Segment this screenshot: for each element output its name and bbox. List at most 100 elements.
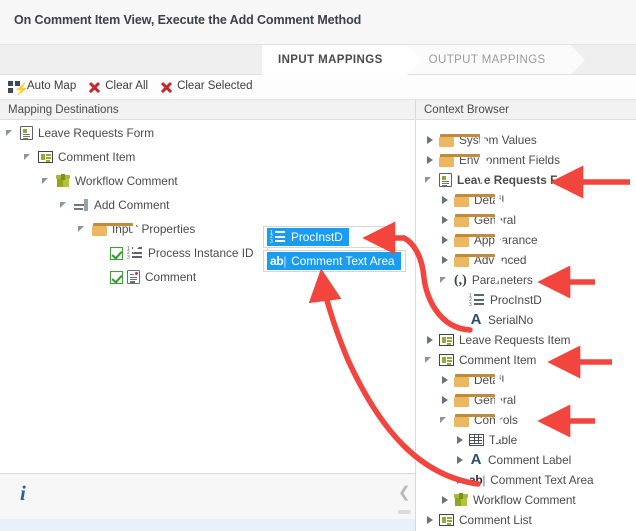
context-tree-row-label: Comment List [459,513,532,527]
folder-icon [454,373,510,404]
chevron-right-icon[interactable] [440,375,451,386]
text-a-icon: A [470,311,482,328]
context-tree-row[interactable]: A SerialNo [455,309,534,331]
mapping-value-chip[interactable]: 1 2 3 ProcInstD [267,228,349,246]
mapping-destinations-label: Mapping Destinations [8,103,119,116]
chevron-left-icon[interactable]: ❮ [398,483,411,501]
context-browser-panel[interactable]: System Values Environment Fields Leave Req… [415,120,636,531]
parameters-icon: (,) [454,272,467,288]
auto-map-button[interactable]: ⚡ Auto Map [6,75,85,100]
mapping-enabled-checkbox[interactable] [110,270,123,284]
context-tree-row[interactable]: Comment List [425,509,532,531]
context-tree-row[interactable]: A Comment Label [455,449,571,471]
mapping-destinations-panel[interactable]: Leave Requests Form Comment Item Workflow … [0,120,415,473]
mapping-value-label: Comment Text Area [291,254,395,268]
mapping-toolbar: ⚡ Auto Map Clear All Clear Selected [0,75,636,100]
mapping-value-box[interactable]: 1 2 3 ProcInstD [263,226,387,248]
context-tree-row-label: Workflow Comment [473,493,576,507]
auto-map-label: Auto Map [27,80,77,93]
context-tree-row[interactable]: Advanced [440,249,526,284]
context-tree-row-label: Leave Requests Form [457,173,580,187]
context-tree-row[interactable]: Appearance [440,229,538,264]
mapping-tree-row[interactable]: Comment Item [24,146,135,168]
form-icon [439,173,452,187]
folder-icon [439,153,495,184]
view-icon [439,514,454,526]
mapping-enabled-checkbox[interactable] [110,246,123,260]
workflow-box-icon [56,174,70,188]
tab-output-mappings[interactable]: OUTPUT MAPPINGS [406,45,585,75]
context-tree-row[interactable]: Detail [440,369,510,404]
view-icon [439,354,454,366]
chevron-down-icon[interactable] [440,415,451,426]
workflow-box-icon [454,493,468,507]
mapping-tree-row[interactable]: Leave Requests Form [6,122,154,144]
context-tree-row[interactable]: 1 2 3 ProcInstD [455,289,542,311]
chevron-down-icon[interactable] [440,275,451,286]
chevron-right-icon[interactable] [455,435,466,446]
context-browser-header: Context Browser [415,100,636,120]
mapping-tree-row[interactable]: Comment [96,266,196,288]
chevron-right-icon[interactable] [425,155,436,166]
mapping-tree-row[interactable]: Input Properties [78,218,195,253]
context-tree-row[interactable]: Workflow Comment [440,489,576,511]
mapping-tree-row[interactable]: Add Comment [60,194,169,216]
context-browser-label: Context Browser [424,103,510,116]
chevron-right-icon[interactable] [425,335,436,346]
clear-all-button[interactable]: Clear All [85,75,157,100]
chevron-right-icon[interactable] [455,475,466,486]
chevron-down-icon[interactable] [60,200,71,211]
comment-doc-icon [127,270,140,284]
context-tree-row[interactable]: Detail [440,189,510,224]
chevron-right-icon[interactable] [455,455,466,466]
context-tree-row[interactable]: Leave Requests Item [425,329,570,351]
clear-all-x-icon [87,80,101,94]
folder-icon [454,213,510,244]
mapping-tree-row-label: Add Comment [94,198,170,212]
automap-icon: ⚡ [8,80,29,95]
window-title-bar: On Comment Item View, Execute the Add Co… [0,0,636,45]
mapping-tree-row-label: Workflow Comment [75,174,178,188]
chevron-down-icon[interactable] [425,355,436,366]
chevron-down-icon[interactable] [78,224,89,235]
context-tree-row[interactable]: Leave Requests Form [425,169,580,191]
context-tree-row[interactable]: ab| Comment Text Area [455,469,594,491]
tab-input-mappings[interactable]: INPUT MAPPINGS [262,45,422,75]
table-icon [469,434,484,446]
clear-selected-button[interactable]: Clear Selected [157,75,261,100]
chevron-right-icon[interactable] [425,135,436,146]
chevron-down-icon[interactable] [425,175,436,186]
context-tree-row[interactable]: System Values [425,129,537,164]
folder-icon [454,193,510,224]
chevron-right-icon[interactable] [440,195,451,206]
context-tree-row[interactable]: (,)Parameters [440,269,533,291]
number-list-icon: 123 [270,230,286,244]
chevron-right-icon[interactable] [440,215,451,226]
context-tree-row-label: Comment Text Area [490,473,594,487]
mapping-tree-row[interactable]: 123Process Instance ID★ [96,242,273,264]
number-list-icon: 123 [469,293,485,307]
info-footer [0,473,415,519]
chevron-down-icon[interactable] [6,128,17,139]
chevron-right-icon[interactable] [425,515,436,526]
folder-icon [454,393,510,424]
context-tree-row-label: ProcInstD [490,293,542,307]
folder-icon [454,253,510,284]
chevron-right-icon[interactable] [440,495,451,506]
context-tree-row-label: SerialNo [488,313,534,327]
mapping-value-chip[interactable]: ab| Comment Text Area [267,252,401,270]
mapping-tree-row[interactable]: Workflow Comment [42,170,178,192]
context-tree-row[interactable]: Comment Item [425,349,536,371]
chevron-right-icon[interactable] [440,395,451,406]
footer-scrollbar[interactable] [398,510,411,514]
chevron-right-icon[interactable] [440,255,451,266]
folder-icon [454,233,510,264]
chevron-right-icon[interactable] [440,235,451,246]
mapping-value-box[interactable]: ab| Comment Text Area [263,250,406,272]
chevron-down-icon[interactable] [24,152,35,163]
mapping-destinations-header: Mapping Destinations [0,100,415,120]
chevron-down-icon[interactable] [42,176,53,187]
